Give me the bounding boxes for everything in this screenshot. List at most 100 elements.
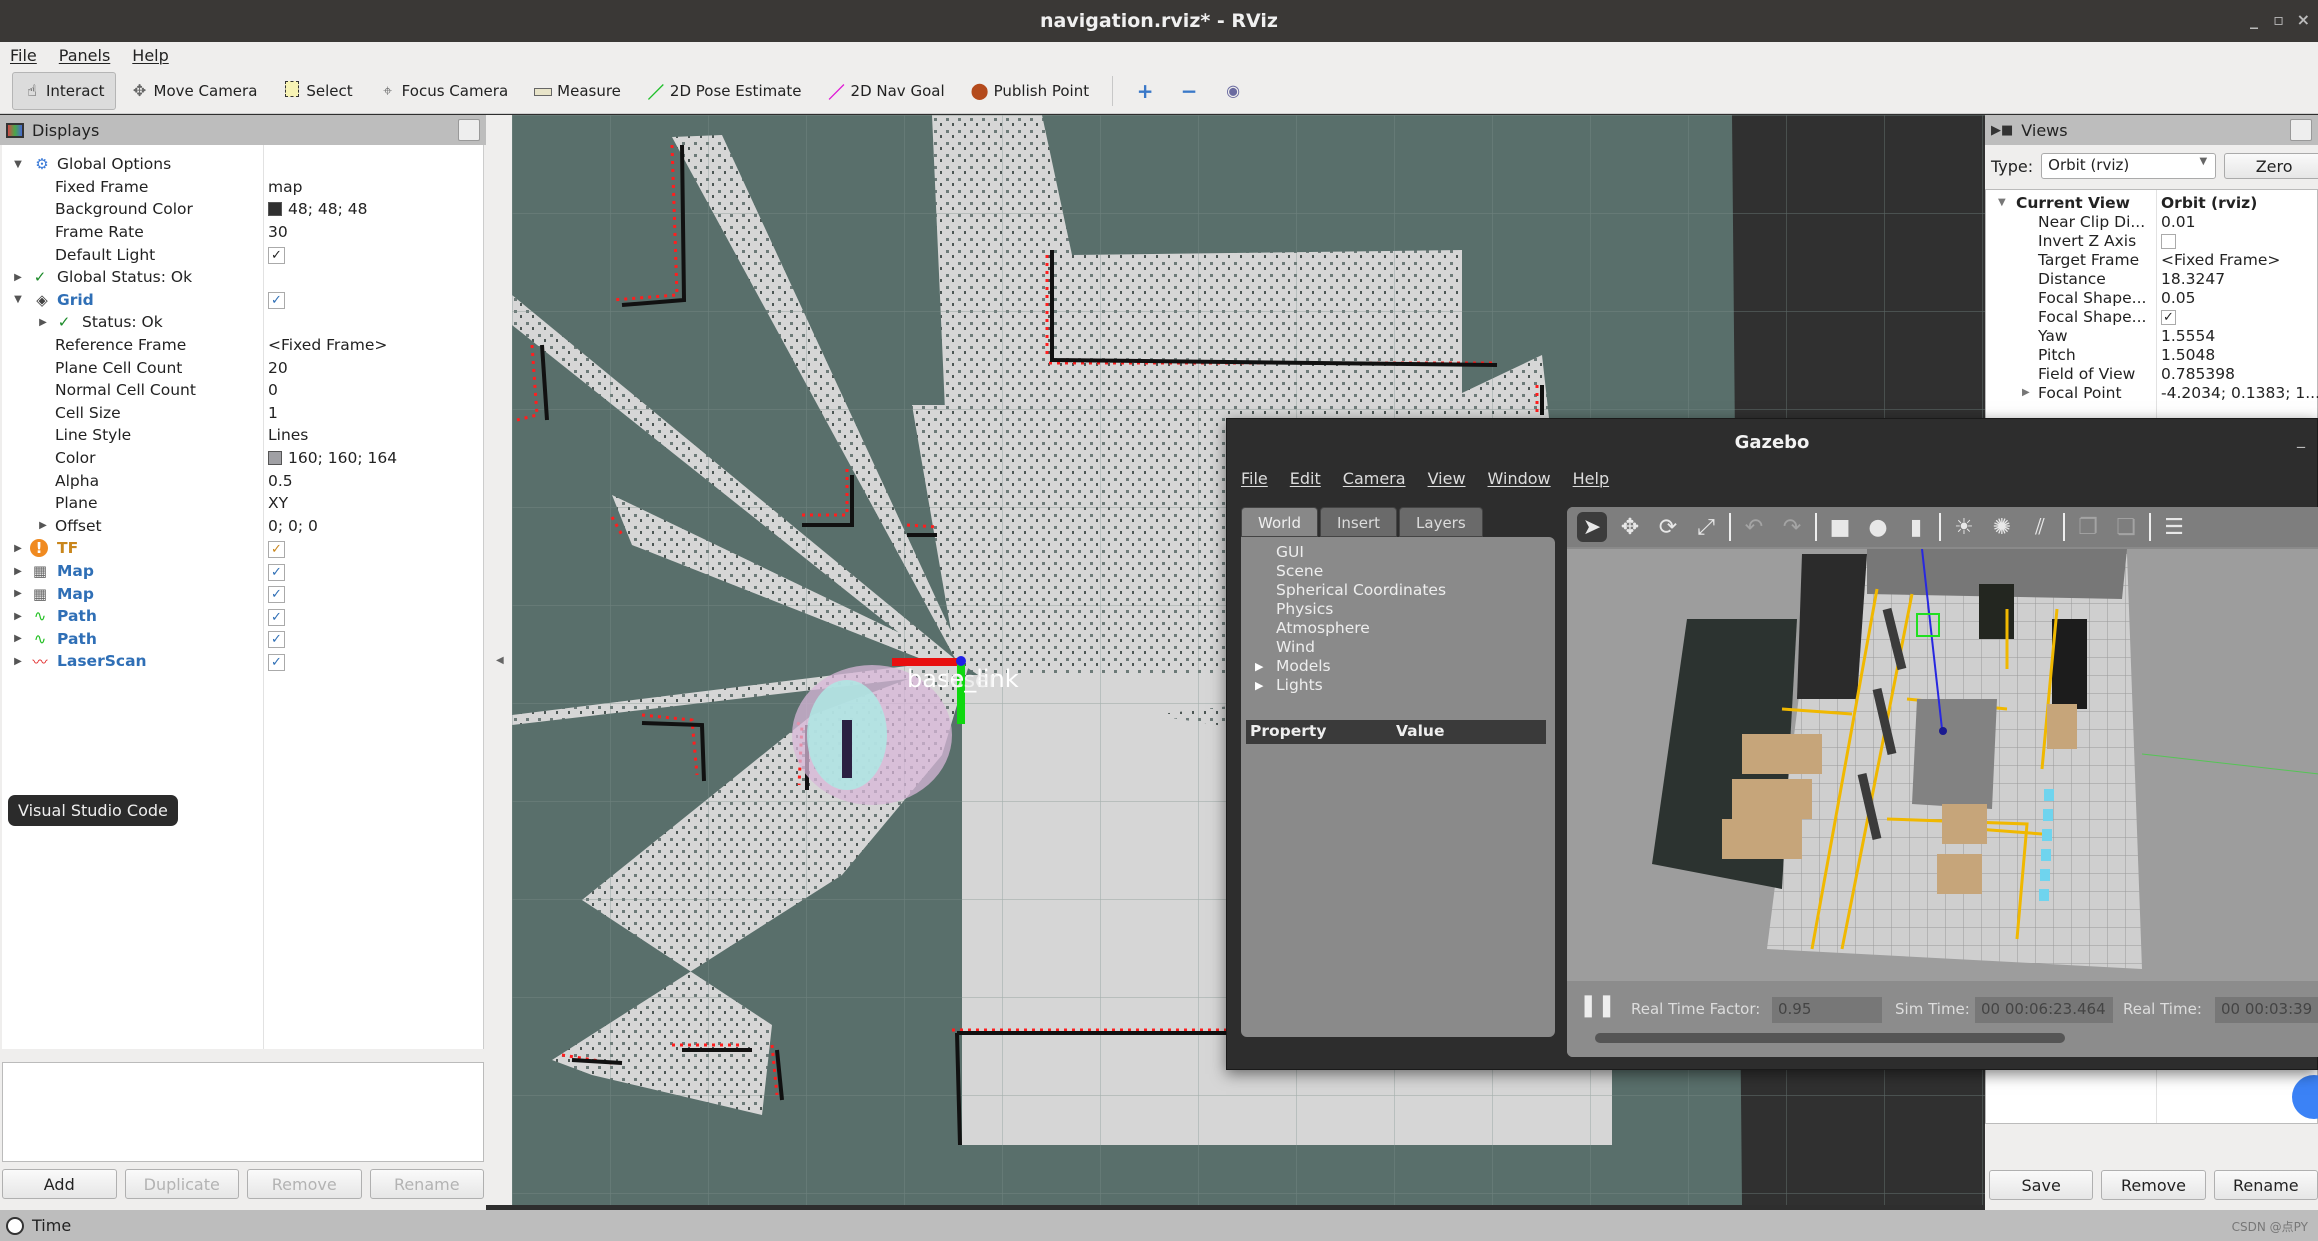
tool-measure[interactable]: Measure <box>523 72 632 110</box>
world-item-models[interactable]: Models <box>1276 657 1331 675</box>
checkmark-icon[interactable]: ✓ <box>268 563 285 581</box>
display-row-alpha[interactable]: Alpha 0.5 <box>2 469 482 492</box>
box-icon[interactable]: ■ <box>1825 512 1855 542</box>
expand-arrow-icon[interactable]: ▶ <box>12 566 24 577</box>
tab-layers[interactable]: Layers <box>1399 507 1483 537</box>
display-row-default-light[interactable]: Default Light ✓ <box>2 243 482 266</box>
menu-panels[interactable]: Panels <box>59 46 111 65</box>
world-tree[interactable]: GUI Scene Spherical Coordinates Physics … <box>1241 537 1555 1037</box>
view-prop-row[interactable]: Near Clip Di... 0.01 <box>1986 213 2318 232</box>
checkmark-icon[interactable]: ✓ <box>268 247 285 265</box>
enabled-checkbox[interactable]: ✓ <box>268 629 285 649</box>
undo-icon[interactable]: ↶ <box>1739 512 1769 542</box>
display-row-value-text[interactable]: 0 <box>268 381 278 399</box>
collapse-arrow-icon[interactable]: ◀ <box>496 655 504 666</box>
gz-menu-help[interactable]: Help <box>1573 469 1609 488</box>
display-row-frame-rate[interactable]: Frame Rate 30 <box>2 221 482 244</box>
tool-interact[interactable]: ☝ Interact <box>12 71 116 110</box>
view-prop-row[interactable]: Yaw 1.5554 <box>1986 327 2318 346</box>
display-row-laserscan[interactable]: ▶ 〰 LaserScan ✓ <box>2 650 482 673</box>
gazebo-3d-scene[interactable] <box>1567 549 2318 981</box>
gazebo-window[interactable]: Gazebo _ File Edit Camera View Window He… <box>1226 418 2318 1070</box>
tool-focus-camera[interactable]: ⌖ Focus Camera <box>368 72 519 110</box>
rotate-icon[interactable]: ⟳ <box>1653 512 1683 542</box>
paste-icon[interactable]: ❏ <box>2111 512 2141 542</box>
cylinder-icon[interactable]: ▮ <box>1901 512 1931 542</box>
checkmark-icon[interactable]: ✓ <box>268 653 285 671</box>
minimize-button[interactable]: _ <box>2250 10 2258 29</box>
display-row-value-text[interactable]: 0.5 <box>268 472 293 490</box>
display-row-value-text[interactable]: 30 <box>268 223 288 241</box>
spot-light-icon[interactable]: ✺ <box>1987 512 2017 542</box>
expand-arrow-icon[interactable]: ▶ <box>12 633 24 644</box>
gazebo-minimize-button[interactable]: _ <box>2297 429 2305 448</box>
display-row-value-text[interactable]: 0; 0; 0 <box>268 517 318 535</box>
view-type-select[interactable]: Orbit (rviz) ▼ <box>2041 153 2217 179</box>
copy-icon[interactable]: ❐ <box>2073 512 2103 542</box>
view-prop-row[interactable]: Field of View 0.785398 <box>1986 365 2318 384</box>
gz-menu-edit[interactable]: Edit <box>1290 469 1321 488</box>
tool-publish-point[interactable]: ⬤ Publish Point <box>960 72 1100 110</box>
display-row-plane[interactable]: Plane XY <box>2 492 482 515</box>
rename-view-button[interactable]: Rename <box>2213 1170 2318 1200</box>
display-row-value-text[interactable]: <Fixed Frame> <box>268 336 387 354</box>
display-row-normal-cell-count[interactable]: Normal Cell Count 0 <box>2 379 482 402</box>
horizontal-scrollbar[interactable] <box>1595 1033 2065 1043</box>
collapse-arrow-icon[interactable]: ▼ <box>12 159 24 170</box>
tool-2d-nav-goal[interactable]: ／ 2D Nav Goal <box>817 72 956 110</box>
current-view-row[interactable]: ▼ Current View Orbit (rviz) <box>1986 194 2318 213</box>
display-row-tf[interactable]: ▶! TF ✓ <box>2 537 482 560</box>
view-prop-checkbox[interactable]: ✓ <box>2161 310 2176 325</box>
view-prop-row[interactable]: Invert Z Axis <box>1986 232 2318 251</box>
display-row-map[interactable]: ▶ ▦ Map ✓ <box>2 582 482 605</box>
translate-icon[interactable]: ✥ <box>1615 512 1645 542</box>
view-prop-value[interactable]: 0.01 <box>2161 213 2196 231</box>
panel-splitter[interactable]: ◀ <box>486 115 512 1205</box>
display-row-value-text[interactable]: 160; 160; 164 <box>288 449 397 467</box>
enabled-checkbox[interactable]: ✓ <box>268 652 285 671</box>
gz-menu-view[interactable]: View <box>1428 469 1466 488</box>
world-item-lights[interactable]: Lights <box>1276 676 1323 694</box>
scale-icon[interactable]: ⤢ <box>1691 512 1721 542</box>
checkmark-icon[interactable]: ✓ <box>268 608 285 626</box>
gz-menu-file[interactable]: File <box>1241 469 1268 488</box>
color-swatch[interactable] <box>268 451 282 466</box>
display-row-value-text[interactable]: map <box>268 178 302 196</box>
enabled-checkbox[interactable]: ✓ <box>268 245 285 265</box>
expand-lights-icon[interactable]: ▶ <box>1255 679 1263 692</box>
enabled-checkbox[interactable]: ✓ <box>268 290 285 310</box>
align-icon[interactable]: ☰ <box>2159 512 2189 542</box>
expand-arrow-icon[interactable]: ▶ <box>12 543 24 554</box>
world-item-physics[interactable]: Physics <box>1276 600 1333 618</box>
world-item-scene[interactable]: Scene <box>1276 562 1323 580</box>
checkmark-icon[interactable]: ✓ <box>268 540 285 558</box>
world-item-wind[interactable]: Wind <box>1276 638 1315 656</box>
display-row-grid[interactable]: ▼ ◈ Grid ✓ <box>2 289 482 312</box>
enabled-checkbox[interactable]: ✓ <box>268 539 285 558</box>
display-row-color[interactable]: Color 160; 160; 164 <box>2 447 482 470</box>
directional-light-icon[interactable]: ⫽ <box>2025 512 2055 542</box>
world-item-atmosphere[interactable]: Atmosphere <box>1276 619 1370 637</box>
checkmark-icon[interactable]: ✓ <box>268 586 285 604</box>
expand-arrow-icon[interactable]: ▶ <box>2022 387 2030 398</box>
expand-models-icon[interactable]: ▶ <box>1255 660 1263 673</box>
enabled-checkbox[interactable]: ✓ <box>268 607 285 626</box>
select-arrow-icon[interactable]: ➤ <box>1577 512 1607 542</box>
gz-menu-window[interactable]: Window <box>1488 469 1551 488</box>
display-row-path[interactable]: ▶ ∿ Path ✓ <box>2 628 482 651</box>
view-prop-row[interactable]: Target Frame <Fixed Frame> <box>1986 251 2318 270</box>
pause-icon[interactable]: ❚❚ <box>1579 993 1616 1018</box>
tool-move-camera[interactable]: ✥ Move Camera <box>120 72 269 110</box>
world-item-spherical-coordinates[interactable]: Spherical Coordinates <box>1276 581 1446 599</box>
camera-type-button[interactable]: ◉ <box>1213 72 1253 110</box>
displays-tree[interactable]: ▼ ⚙ Global Options Fixed Frame map Background… <box>2 145 484 1049</box>
view-prop-row[interactable]: Pitch 1.5048 <box>1986 346 2318 365</box>
display-row-status-ok[interactable]: ▶ ✓ Status: Ok <box>2 311 482 334</box>
expand-arrow-icon[interactable]: ▶ <box>12 611 24 622</box>
display-row-line-style[interactable]: Line Style Lines <box>2 424 482 447</box>
maximize-button[interactable]: ▫ <box>2273 10 2284 29</box>
checkmark-icon[interactable]: ✓ <box>268 292 285 310</box>
view-prop-value[interactable]: 1.5048 <box>2161 346 2215 364</box>
menu-file[interactable]: File <box>10 46 37 65</box>
close-button[interactable]: × <box>2297 10 2310 29</box>
